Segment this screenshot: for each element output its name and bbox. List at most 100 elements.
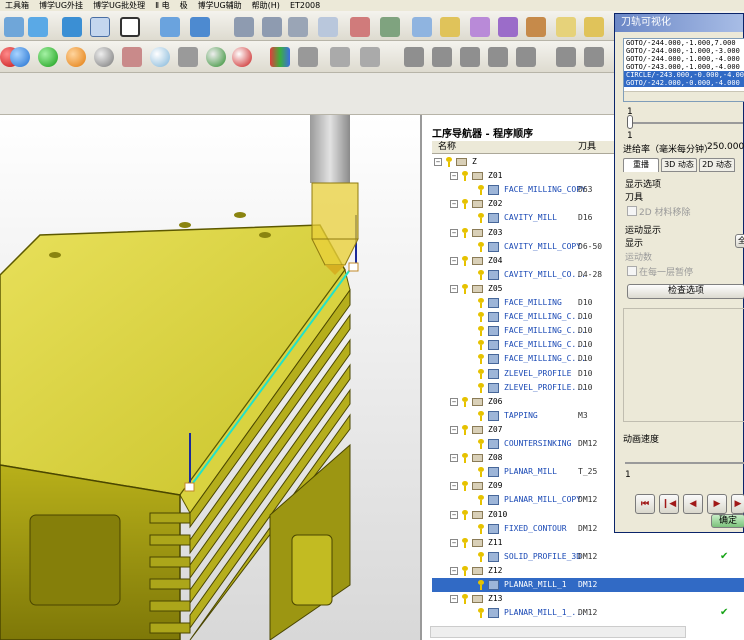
graphics-viewport[interactable] bbox=[0, 115, 420, 640]
toolpath-listbox[interactable]: GOTO/-244.000,-1.000,7.000 GOTO/-244.000,… bbox=[623, 38, 744, 102]
multi-color-icon[interactable] bbox=[270, 47, 290, 67]
blue-sphere-icon[interactable] bbox=[10, 47, 30, 67]
menu-item[interactable]: 帮助(H) bbox=[247, 0, 285, 11]
collapse-icon[interactable]: − bbox=[450, 256, 458, 265]
collapse-icon[interactable]: − bbox=[450, 566, 458, 575]
toolpath-line[interactable]: GOTO/-244.000,-1.000,-3.000 bbox=[624, 47, 744, 55]
measure-icon[interactable] bbox=[350, 17, 370, 37]
slider-thumb[interactable] bbox=[627, 115, 633, 129]
shape-icon-10[interactable] bbox=[584, 47, 604, 67]
collapse-icon[interactable]: − bbox=[434, 158, 442, 166]
toolbar-icon-1[interactable] bbox=[4, 17, 24, 37]
remove-2d-checkbox[interactable] bbox=[627, 206, 637, 216]
globe-icon[interactable] bbox=[206, 47, 226, 67]
green-sphere-icon[interactable] bbox=[38, 47, 58, 67]
paint-icon[interactable] bbox=[440, 17, 460, 37]
step-forward-button[interactable]: ▶ bbox=[731, 494, 744, 514]
view-square-icon[interactable] bbox=[120, 17, 140, 37]
menu-item[interactable]: 极 bbox=[175, 0, 193, 11]
feed-value[interactable]: 250.0000 bbox=[707, 142, 744, 152]
step-back-button[interactable]: ❙◀ bbox=[659, 494, 679, 514]
gray-square-icon[interactable] bbox=[178, 47, 198, 67]
menu-item[interactable]: 博学UG辅助 bbox=[193, 0, 247, 11]
check-options-button[interactable]: 检查选项 bbox=[627, 284, 744, 299]
speed-slider[interactable] bbox=[625, 462, 744, 464]
status-key-icon bbox=[478, 551, 484, 562]
toolpath-line[interactable]: GOTO/-244.000,-1.000,-4.000 bbox=[624, 55, 744, 63]
program-group-row[interactable]: − Z12 bbox=[432, 564, 744, 578]
tab-replay[interactable]: 重播 bbox=[623, 158, 659, 172]
wireframe-cube-icon[interactable] bbox=[90, 17, 110, 37]
ok-button[interactable]: 确定 bbox=[711, 514, 744, 528]
status-key-icon bbox=[478, 495, 484, 506]
orient-icon[interactable] bbox=[160, 17, 180, 37]
horizontal-scrollbar[interactable] bbox=[430, 626, 686, 638]
operation-row[interactable]: SOLID_PROFILE_3D DM12 ✔ bbox=[432, 550, 744, 564]
axis-icon-2[interactable] bbox=[380, 17, 400, 37]
layer-icon[interactable] bbox=[234, 17, 254, 37]
collapse-icon[interactable]: − bbox=[450, 397, 458, 406]
shape-icon-8[interactable] bbox=[516, 47, 536, 67]
program-group-row[interactable]: − Z13 bbox=[432, 592, 744, 606]
ruler-icon[interactable] bbox=[556, 17, 576, 37]
tab-3d-dynamic[interactable]: 3D 动态 bbox=[661, 158, 697, 172]
toolpath-line[interactable]: GOTO/-244.000,-1.000,7.000 bbox=[624, 39, 744, 47]
shape-icon-4[interactable] bbox=[404, 47, 424, 67]
rewind-button[interactable]: ⏮ bbox=[635, 494, 655, 514]
diamond-icon-3[interactable] bbox=[498, 17, 518, 37]
diamond-icon-4[interactable] bbox=[526, 17, 546, 37]
shape-icon-5[interactable] bbox=[432, 47, 452, 67]
pause-each-checkbox[interactable] bbox=[627, 266, 637, 276]
shape-icon-6[interactable] bbox=[460, 47, 480, 67]
pencil-icon[interactable] bbox=[584, 17, 604, 37]
play-back-button[interactable]: ◀ bbox=[683, 494, 703, 514]
status-key-icon bbox=[478, 523, 484, 534]
operation-row[interactable]: PLANAR_MILL_1 DM12 bbox=[432, 578, 744, 592]
collapse-icon[interactable]: − bbox=[450, 425, 458, 434]
collapse-icon[interactable]: − bbox=[450, 200, 458, 209]
diamond-icon-2[interactable] bbox=[470, 17, 490, 37]
tab-2d-dynamic[interactable]: 2D 动态 bbox=[699, 158, 735, 172]
rose-square-icon[interactable] bbox=[122, 47, 142, 67]
toolpath-line[interactable]: GOTO/-242.000,-0.000,-4.000 bbox=[624, 79, 744, 87]
toolpath-line[interactable]: CIRCLE/-243.000,-0.000,-4.00 bbox=[624, 71, 744, 79]
program-group-row[interactable]: − Z11 bbox=[432, 536, 744, 550]
et2008-icon[interactable] bbox=[288, 17, 308, 37]
operation-row[interactable]: PLANAR_MILL_1_... DM12 ✔ bbox=[432, 606, 744, 620]
play-forward-button[interactable]: ▶ bbox=[707, 494, 727, 514]
collapse-icon[interactable]: − bbox=[450, 228, 458, 237]
menu-item[interactable]: Ⅱ 电 bbox=[150, 0, 174, 11]
display-dropdown[interactable]: 全 bbox=[735, 234, 744, 248]
cube-icon-2[interactable] bbox=[62, 17, 82, 37]
shape-icon-3[interactable] bbox=[360, 47, 380, 67]
collapse-icon[interactable]: − bbox=[450, 482, 458, 491]
collapse-icon[interactable]: − bbox=[450, 538, 458, 547]
axis-icon[interactable] bbox=[318, 17, 338, 37]
collapse-icon[interactable]: − bbox=[450, 595, 458, 604]
menu-item[interactable]: 博学UG批处理 bbox=[88, 0, 150, 11]
shape-icon-9[interactable] bbox=[556, 47, 576, 67]
toolpath-line[interactable]: GOTO/-243.000,-1.000,-4.000 bbox=[624, 63, 744, 71]
shape-icon[interactable] bbox=[298, 47, 318, 67]
list-hscrollbar[interactable] bbox=[624, 91, 744, 101]
red-pie-icon[interactable] bbox=[232, 47, 252, 67]
shape-icon-2[interactable] bbox=[330, 47, 350, 67]
playback-slider[interactable] bbox=[629, 122, 743, 124]
diamond-icon[interactable] bbox=[412, 17, 432, 37]
orange-sphere-icon[interactable] bbox=[66, 47, 86, 67]
glass-sphere-icon[interactable] bbox=[150, 47, 170, 67]
cube-icon[interactable] bbox=[28, 17, 48, 37]
collapse-icon[interactable]: − bbox=[450, 172, 458, 181]
col-tool[interactable]: 刀具 bbox=[578, 141, 596, 154]
collapse-icon[interactable]: − bbox=[450, 284, 458, 293]
col-name[interactable]: 名称 bbox=[438, 141, 456, 154]
collapse-icon[interactable]: − bbox=[450, 454, 458, 463]
menu-item[interactable]: 工具箱 bbox=[0, 0, 34, 11]
shape-icon-7[interactable] bbox=[488, 47, 508, 67]
orient-icon-2[interactable] bbox=[190, 17, 210, 37]
menu-item[interactable]: 博学UG外挂 bbox=[34, 0, 88, 11]
tool-icon[interactable] bbox=[262, 17, 282, 37]
menu-item[interactable]: ET2008 bbox=[285, 0, 325, 11]
gray-sphere-icon[interactable] bbox=[94, 47, 114, 67]
collapse-icon[interactable]: − bbox=[450, 510, 458, 519]
